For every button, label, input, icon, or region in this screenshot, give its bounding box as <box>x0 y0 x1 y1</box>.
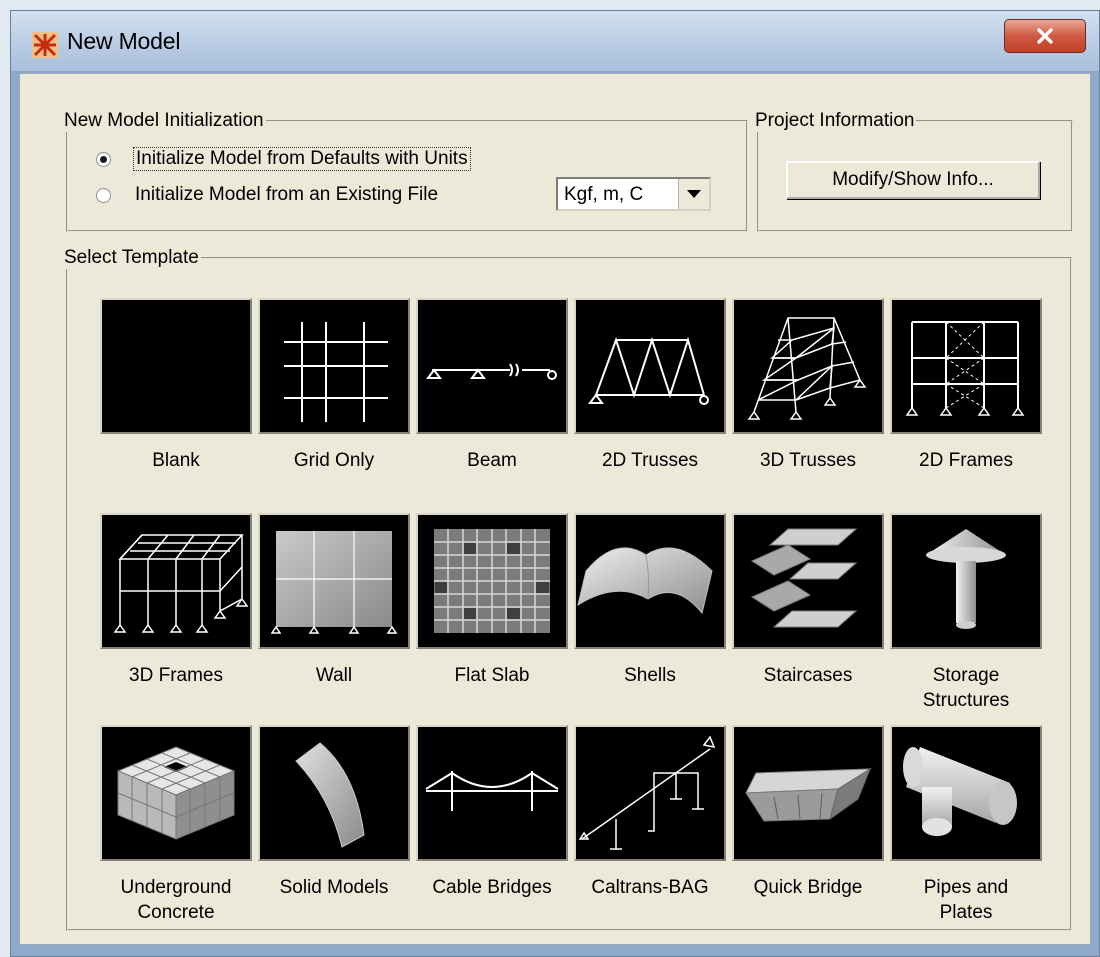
template-cable-bridges[interactable]: Cable Bridges <box>416 725 568 900</box>
window-title: New Model <box>67 28 181 54</box>
wall-template-icon <box>270 531 398 634</box>
init-group: New Model Initialization Initialize Mode… <box>62 110 748 232</box>
template-grid-only[interactable]: Grid Only <box>258 298 410 473</box>
blank-template-icon <box>100 298 252 434</box>
project-info-group: Project Information Modify/Show Info... <box>753 110 1073 232</box>
2d-frame-template-icon <box>905 321 1025 416</box>
template-label: Storage Structures <box>922 665 1010 711</box>
template-3d-frames[interactable]: 3D Frames <box>100 513 252 688</box>
template-label: Caltrans-BAG <box>591 877 709 898</box>
project-info-legend: Project Information <box>753 110 917 132</box>
2d-truss-template-icon <box>588 336 709 405</box>
new-model-dialog: New Model New Model Initialization Initi… <box>10 10 1100 957</box>
quick-bridge-template-icon <box>745 767 872 822</box>
modify-show-info-button[interactable]: Modify/Show Info... <box>786 161 1040 199</box>
units-select-value: Kgf, m, C <box>564 184 644 205</box>
select-template-group: Select Template Blank Grid Only Beam 2D … <box>62 247 1072 931</box>
title-bar[interactable]: New Model <box>11 11 1099 71</box>
template-label: Solid Models <box>279 877 389 898</box>
template-staircases[interactable]: Staircases <box>732 513 884 688</box>
3d-frame-template-icon <box>113 534 249 633</box>
template-label: Staircases <box>763 665 853 686</box>
radio-existing-button[interactable] <box>96 187 111 203</box>
chevron-down-icon <box>687 190 701 198</box>
template-label: Flat Slab <box>454 665 530 686</box>
grid-template-icon <box>284 322 388 422</box>
close-icon <box>1037 28 1053 44</box>
template-label: Shells <box>624 665 676 686</box>
caltrans-bag-template-icon <box>578 735 716 850</box>
init-group-legend: New Model Initialization <box>62 110 266 132</box>
app-logo-icon <box>32 32 58 58</box>
template-caltrans-bag[interactable]: Caltrans-BAG <box>574 725 726 900</box>
radio-defaults-label: Initialize Model from Defaults with Unit… <box>133 147 471 171</box>
template-label: 3D Frames <box>129 665 223 686</box>
flat-slab-template-icon <box>434 529 550 633</box>
template-2d-trusses[interactable]: 2D Trusses <box>574 298 726 473</box>
template-wall[interactable]: Wall <box>258 513 410 688</box>
template-2d-frames[interactable]: 2D Frames <box>890 298 1042 473</box>
template-label: Cable Bridges <box>432 877 552 898</box>
template-shells[interactable]: Shells <box>574 513 726 688</box>
template-label: Grid Only <box>293 450 375 471</box>
storage-structure-template-icon <box>926 529 1006 629</box>
template-label: Wall <box>315 665 353 686</box>
template-underground-concrete[interactable]: Underground Concrete <box>100 725 252 925</box>
units-dropdown-button[interactable] <box>678 179 709 209</box>
pipes-plates-template-icon <box>903 747 1017 836</box>
underground-concrete-template-icon <box>116 746 236 840</box>
close-button[interactable] <box>1004 19 1086 53</box>
solid-model-template-icon <box>295 742 365 848</box>
template-label: Quick Bridge <box>753 877 863 898</box>
staircase-template-icon <box>750 528 858 628</box>
radio-existing-label: Initialize Model from an Existing File <box>135 184 439 205</box>
template-label: 2D Frames <box>919 450 1013 471</box>
units-select[interactable]: Kgf, m, C <box>556 177 711 211</box>
dialog-body: New Model Initialization Initialize Mode… <box>19 73 1091 945</box>
template-label: 3D Trusses <box>759 450 857 471</box>
template-storage-structures[interactable]: Storage Structures <box>890 513 1042 713</box>
radio-defaults[interactable]: Initialize Model from Defaults with Unit… <box>96 147 471 171</box>
radio-existing-file[interactable]: Initialize Model from an Existing File <box>96 184 440 206</box>
template-label: Underground Concrete <box>120 877 232 923</box>
template-label: Pipes and Plates <box>923 877 1009 923</box>
template-label: 2D Trusses <box>601 450 699 471</box>
template-quick-bridge[interactable]: Quick Bridge <box>732 725 884 900</box>
radio-defaults-button[interactable] <box>96 151 111 167</box>
template-solid-models[interactable]: Solid Models <box>258 725 410 900</box>
select-template-legend: Select Template <box>62 247 201 269</box>
beam-template-icon <box>426 363 557 380</box>
3d-truss-template-icon <box>747 317 867 420</box>
template-3d-trusses[interactable]: 3D Trusses <box>732 298 884 473</box>
template-label: Blank <box>152 450 200 471</box>
template-label: Beam <box>467 450 517 471</box>
template-beam[interactable]: Beam <box>416 298 568 473</box>
cable-bridge-template-icon <box>425 771 559 811</box>
shells-template-icon <box>577 547 713 615</box>
template-pipes-plates[interactable]: Pipes and Plates <box>890 725 1042 925</box>
template-flat-slab[interactable]: Flat Slab <box>416 513 568 688</box>
template-blank[interactable]: Blank <box>100 298 252 473</box>
